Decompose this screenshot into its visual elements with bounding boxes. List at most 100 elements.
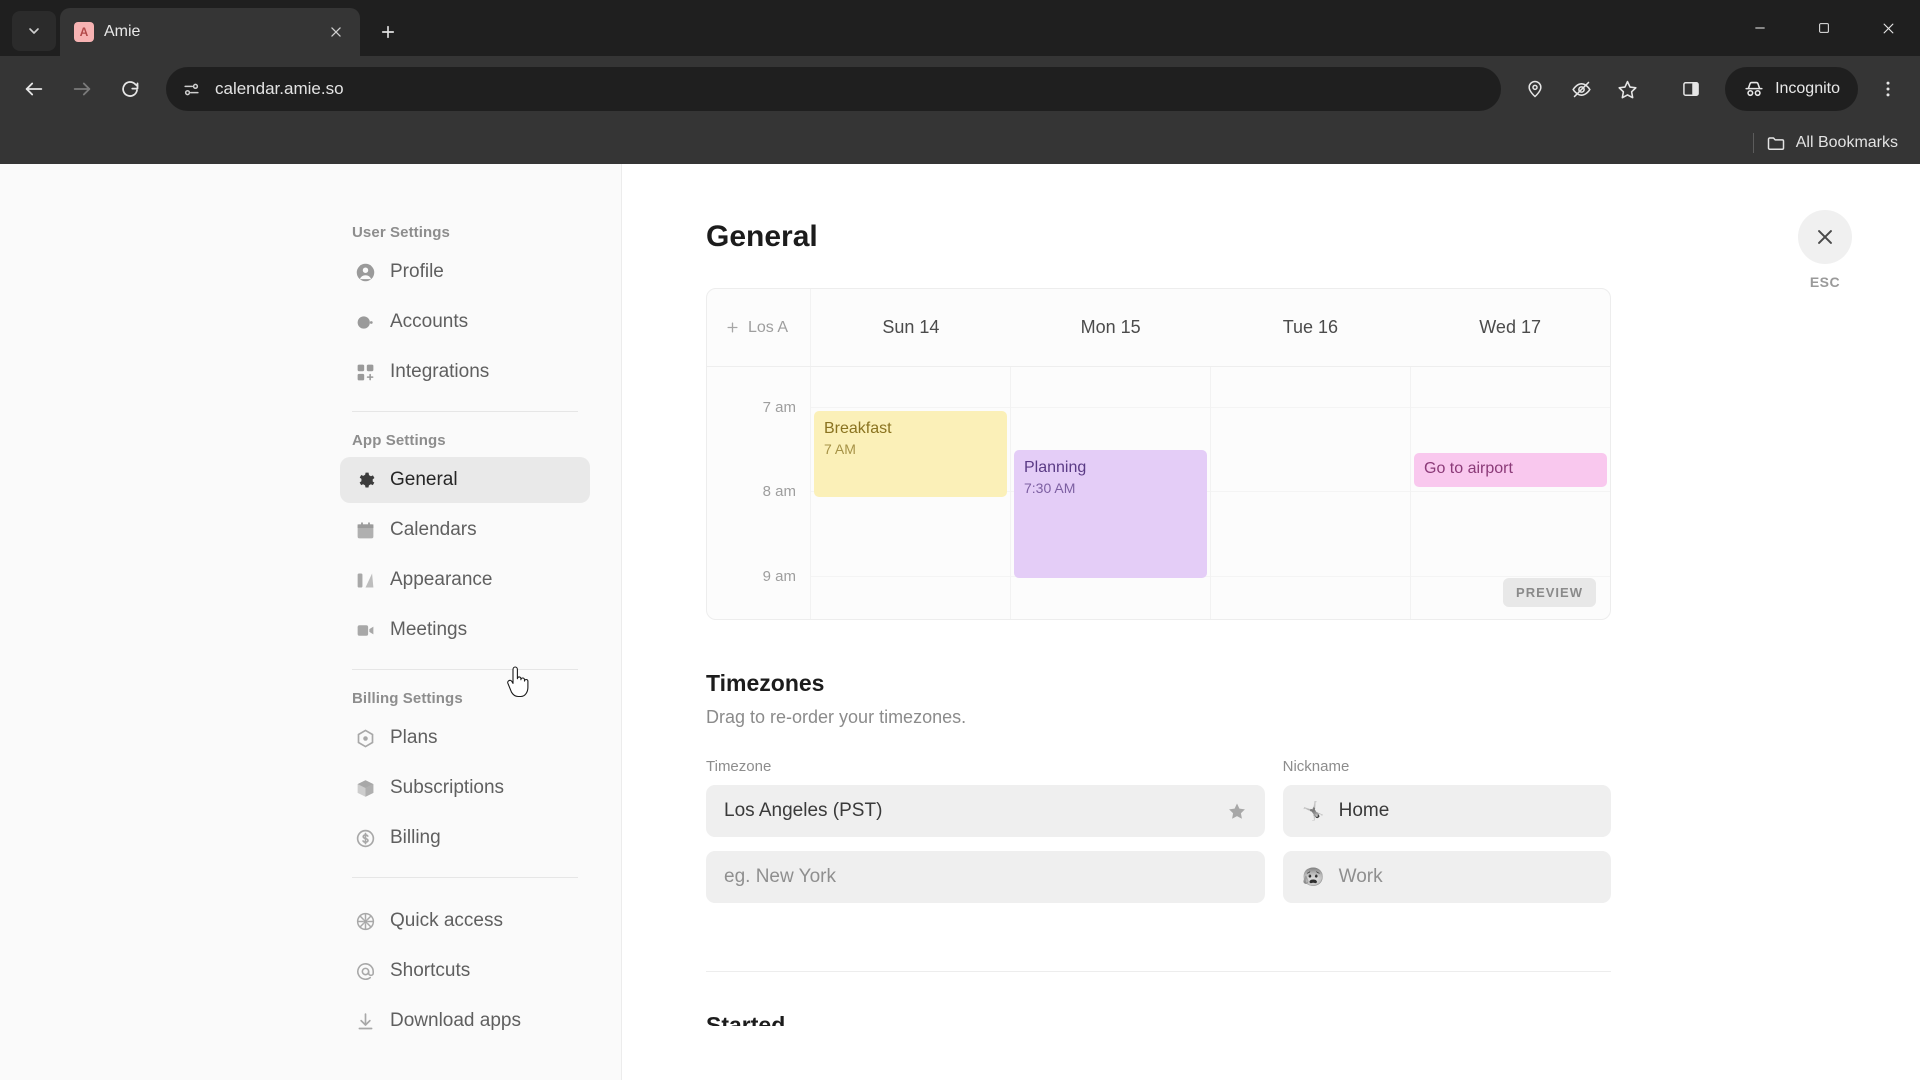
timezone-input-row-1[interactable]: Los Angeles (PST) xyxy=(706,785,1265,837)
sidebar-item-profile[interactable]: Profile xyxy=(340,249,590,295)
sidebar-item-shortcuts[interactable]: Shortcuts xyxy=(340,948,590,994)
sidebar-item-plans[interactable]: Plans xyxy=(340,715,590,761)
at-sign-icon xyxy=(354,960,376,982)
tab-strip: A Amie xyxy=(0,0,1920,56)
bookmarks-separator xyxy=(1752,133,1754,153)
forward-button[interactable] xyxy=(60,67,104,111)
browser-tab[interactable]: A Amie xyxy=(60,8,360,56)
sidebar-item-label: Subscriptions xyxy=(390,777,505,798)
close-icon xyxy=(1881,21,1896,36)
window-controls xyxy=(1728,0,1920,56)
calendar-day-header: Wed 17 xyxy=(1479,317,1541,337)
calendar-event-planning[interactable]: Planning 7:30 AM xyxy=(1014,450,1207,578)
sidebar-divider xyxy=(352,669,578,670)
incognito-indicator[interactable]: Incognito xyxy=(1725,67,1858,111)
calendar-day-column[interactable]: Planning 7:30 AM xyxy=(1011,367,1211,619)
sidebar-item-meetings[interactable]: Meetings xyxy=(340,607,590,653)
tab-search-button[interactable] xyxy=(12,11,56,51)
calendar-hour-gutter: 7 am 8 am 9 am xyxy=(707,367,811,619)
accounts-icon xyxy=(354,311,376,333)
calendar-hour-label: 7 am xyxy=(762,399,796,416)
timezones-title: Timezones xyxy=(706,670,825,696)
sidebar-item-billing[interactable]: Billing xyxy=(340,815,590,861)
nickname-emoji-icon[interactable]: 🤸 xyxy=(1301,798,1327,824)
minimize-button[interactable] xyxy=(1728,0,1792,56)
back-button[interactable] xyxy=(12,67,56,111)
sidebar-item-label: Quick access xyxy=(390,910,503,931)
new-tab-button[interactable] xyxy=(370,14,406,50)
side-panel-icon[interactable] xyxy=(1671,69,1711,109)
section-divider xyxy=(706,971,1611,972)
event-time: 7:30 AM xyxy=(1024,480,1076,496)
maximize-button[interactable] xyxy=(1792,0,1856,56)
tab-title: Amie xyxy=(104,23,141,40)
calendar-day-header: Mon 15 xyxy=(1080,317,1141,337)
calendar-event-go-to-airport[interactable]: Go to airport xyxy=(1414,453,1607,487)
sidebar-item-label: Meetings xyxy=(390,619,468,640)
person-circle-icon xyxy=(354,261,376,283)
nickname-input-row-2[interactable]: 😰 Work xyxy=(1282,851,1611,903)
settings-sidebar: User Settings Profile Accounts Integrati… xyxy=(0,164,622,1080)
nickname-input-row-1[interactable]: 🤸 Home xyxy=(1282,785,1611,837)
address-bar-url: calendar.amie.so xyxy=(215,79,344,98)
close-settings-button[interactable] xyxy=(1798,210,1852,264)
sidebar-item-label: Calendars xyxy=(390,519,477,540)
sidebar-item-download-apps[interactable]: Download apps xyxy=(340,998,590,1044)
calendar-day-column[interactable]: Breakfast 7 AM xyxy=(811,367,1011,619)
calendar-timezone-chip[interactable]: Los A xyxy=(707,289,811,366)
address-bar[interactable]: calendar.amie.so xyxy=(166,67,1502,111)
timezones-subtitle: Drag to re-order your timezones. xyxy=(706,707,967,727)
timezones-section: Timezones Drag to re-order your timezone… xyxy=(706,670,1611,1026)
reload-icon xyxy=(120,79,141,100)
sidebar-item-quick-access[interactable]: Quick access xyxy=(340,898,590,944)
timezone-column-label: Timezone xyxy=(706,758,772,775)
esc-hint-label: ESC xyxy=(1809,274,1841,290)
sidebar-item-label: General xyxy=(390,469,458,490)
three-dot-menu-icon[interactable] xyxy=(1868,69,1908,109)
chevron-down-icon xyxy=(26,23,42,39)
settings-page: User Settings Profile Accounts Integrati… xyxy=(0,164,1920,1080)
eye-off-icon[interactable] xyxy=(1561,69,1601,109)
star-filled-icon[interactable] xyxy=(1227,801,1247,821)
appearance-icon xyxy=(354,569,376,591)
meetings-video-icon xyxy=(354,619,376,641)
sidebar-item-label: Billing xyxy=(390,827,441,848)
site-settings-icon[interactable] xyxy=(182,80,201,99)
calendar-day-column[interactable] xyxy=(1211,367,1411,619)
sidebar-item-subscriptions[interactable]: Subscriptions xyxy=(340,765,590,811)
calendar-grid: 7 am 8 am 9 am Breakfast 7 AM Planning 7… xyxy=(707,367,1610,619)
tab-close-button[interactable] xyxy=(324,20,348,44)
plus-icon[interactable] xyxy=(725,320,740,335)
star-icon[interactable] xyxy=(1607,69,1647,109)
calendar-icon xyxy=(354,519,376,541)
sidebar-item-label: Accounts xyxy=(390,311,469,332)
timezone-column: Timezone Los Angeles (PST) eg. New York xyxy=(706,758,1265,917)
sidebar-divider xyxy=(352,411,578,412)
sidebar-item-calendars[interactable]: Calendars xyxy=(340,507,590,553)
nickname-emoji-icon[interactable]: 😰 xyxy=(1301,864,1327,890)
back-arrow-icon xyxy=(23,78,45,100)
incognito-label: Incognito xyxy=(1775,80,1840,97)
calendar-event-breakfast[interactable]: Breakfast 7 AM xyxy=(814,411,1007,497)
sidebar-group-label-billing: Billing Settings xyxy=(352,690,463,707)
dollar-circle-icon xyxy=(354,827,376,849)
all-bookmarks-button[interactable]: All Bookmarks xyxy=(1766,133,1898,153)
window-close-button[interactable] xyxy=(1856,0,1920,56)
sidebar-item-label: Integrations xyxy=(390,361,490,382)
sidebar-item-general[interactable]: General xyxy=(340,457,590,503)
sidebar-item-integrations[interactable]: Integrations xyxy=(340,349,590,395)
toolbar-icons xyxy=(1515,69,1711,109)
timezones-grid: Timezone Los Angeles (PST) eg. New York xyxy=(706,758,1611,917)
nickname-column-label: Nickname xyxy=(1282,758,1350,775)
sidebar-item-appearance[interactable]: Appearance xyxy=(340,557,590,603)
reload-button[interactable] xyxy=(108,67,152,111)
sidebar-item-accounts[interactable]: Accounts xyxy=(340,299,590,345)
all-bookmarks-label: All Bookmarks xyxy=(1795,134,1898,151)
location-pin-icon[interactable] xyxy=(1515,69,1555,109)
calendar-day-header: Sun 14 xyxy=(882,317,940,337)
nickname-value: Home xyxy=(1338,800,1390,821)
nickname-column: Nickname 🤸 Home 😰 Work xyxy=(1282,758,1611,917)
page-title: General xyxy=(706,220,818,253)
tab-favicon: A xyxy=(74,22,94,42)
timezone-input-row-2[interactable]: eg. New York xyxy=(706,851,1265,903)
